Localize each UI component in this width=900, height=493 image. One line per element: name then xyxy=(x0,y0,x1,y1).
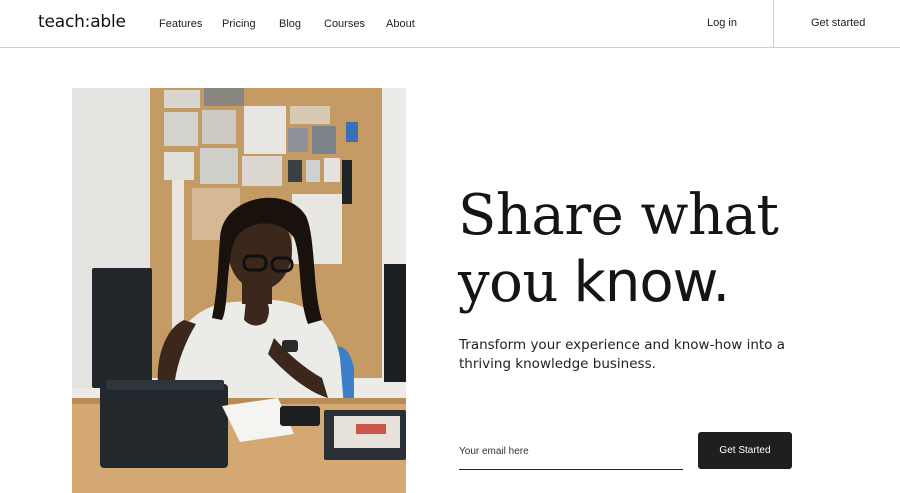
nav-link-courses[interactable]: Courses xyxy=(324,18,365,30)
teachable-logo[interactable]: teach:able xyxy=(38,12,126,32)
nav-link-blog[interactable]: Blog xyxy=(279,18,301,30)
nav-divider xyxy=(773,0,774,48)
hero-subtext: Transform your experience and know-how i… xyxy=(459,337,786,372)
top-nav: teach:able Features Pricing Blog Courses… xyxy=(0,0,900,48)
nav-link-features[interactable]: Features xyxy=(159,18,202,30)
headline-line-2-bold: know. xyxy=(573,250,730,315)
hero-photo xyxy=(72,88,406,493)
headline-line-2-light: you xyxy=(458,250,558,315)
get-started-nav-button[interactable]: Get started xyxy=(811,17,865,29)
login-link[interactable]: Log in xyxy=(707,17,737,29)
headline-line-1: Share what xyxy=(458,183,779,248)
nav-link-about[interactable]: About xyxy=(386,18,415,30)
nav-link-pricing[interactable]: Pricing xyxy=(222,18,256,30)
email-field[interactable] xyxy=(459,436,683,466)
get-started-button[interactable]: Get Started xyxy=(698,432,792,469)
hero-headline: Share what you know. xyxy=(458,182,878,316)
email-field-wrapper xyxy=(459,436,683,470)
